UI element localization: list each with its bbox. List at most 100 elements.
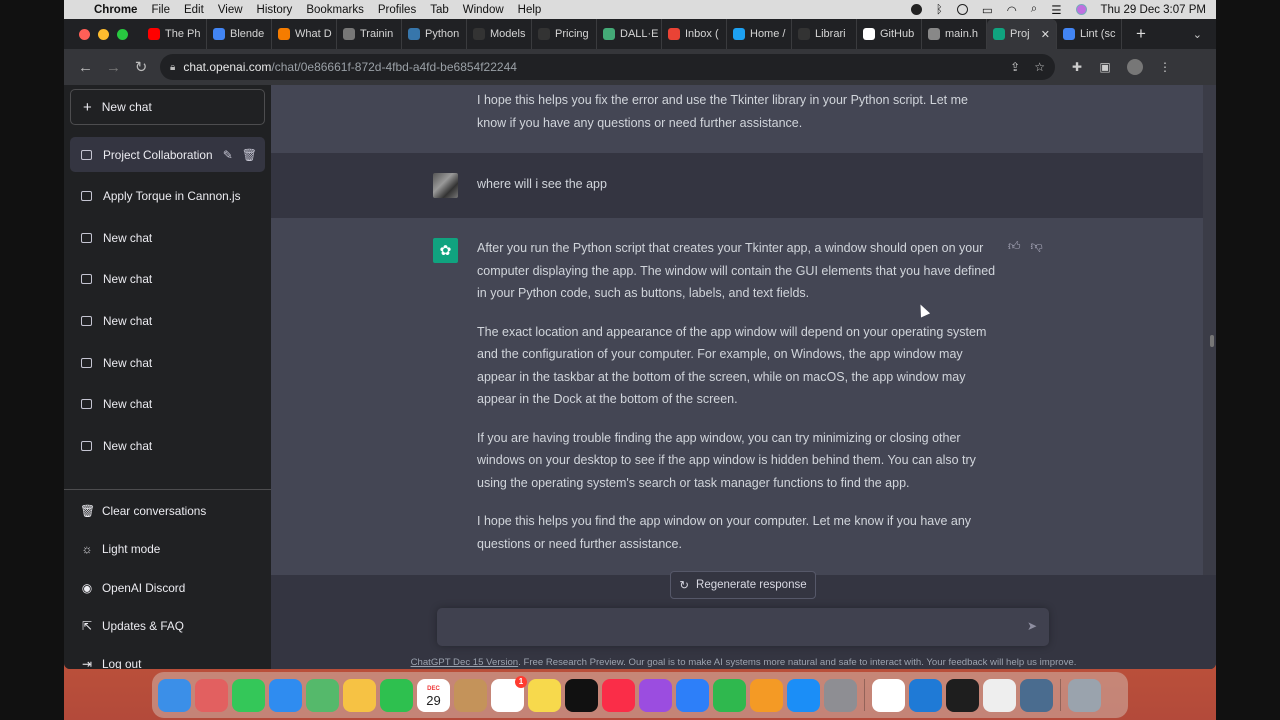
back-icon[interactable]: ← [78,59,93,76]
mail-icon[interactable] [269,678,302,712]
conversation-item[interactable]: New chat [70,303,265,338]
close-tab-icon[interactable]: ✕ [1041,28,1050,41]
menu-history[interactable]: History [257,4,293,16]
trash-icon[interactable] [1068,678,1101,712]
tab-8[interactable]: Inbox ( [662,19,727,49]
version-link[interactable]: ChatGPT Dec 15 Version [411,657,519,668]
edit-icon[interactable]: ✎ [223,148,233,162]
tab-2[interactable]: What D [272,19,337,49]
chrome-icon[interactable] [872,678,905,712]
maps-icon[interactable] [306,678,339,712]
menu-app-name[interactable]: Chrome [94,4,137,16]
pages-icon[interactable] [750,678,783,712]
minimize-window-button[interactable] [98,28,109,40]
sidebar-menu-item[interactable]: ⇱ Updates & FAQ [70,609,265,643]
wifi-icon[interactable]: ◠ [1007,3,1017,17]
menu-profiles[interactable]: Profiles [378,4,416,16]
sidebar-menu-item[interactable]: ⇥ Log out [70,647,265,669]
tab-14[interactable]: Lint (sc [1057,19,1122,49]
kebab-menu-icon[interactable]: ⋮ [1159,60,1171,74]
tab-3[interactable]: Trainin [337,19,402,49]
tab-11[interactable]: GitHub [857,19,922,49]
extensions-icon[interactable]: ✚ [1071,60,1083,74]
reload-icon[interactable]: ↻ [134,58,148,76]
thumbs-up-icon[interactable]: 👍︎ [1008,239,1021,254]
conversation-item[interactable]: New chat [70,387,265,422]
battery-icon[interactable]: ▭ [982,3,993,17]
close-window-button[interactable] [79,28,90,40]
siri-icon[interactable] [1075,4,1087,15]
lock-icon[interactable]: 🔒︎ [170,62,175,73]
calendar-icon[interactable]: DEC 29 [417,678,450,712]
conversation-item[interactable]: New chat [70,428,265,463]
menu-bookmarks[interactable]: Bookmarks [306,4,364,16]
tab-12[interactable]: main.h [922,19,987,49]
regenerate-response-button[interactable]: ↻ Regenerate response [670,571,816,599]
sidebar-menu-item[interactable]: 🗑︎ Clear conversations [70,494,265,528]
notes-icon[interactable] [528,678,561,712]
menu-window[interactable]: Window [463,4,504,16]
messages-icon[interactable] [232,678,265,712]
numbers-icon[interactable] [713,678,746,712]
tab-search-icon[interactable]: ⌄ [1193,28,1202,41]
delete-icon[interactable]: 🗑︎ [242,148,257,162]
tab-13[interactable]: Proj ✕ [987,19,1057,49]
spotlight-icon[interactable]: ⌕ [1031,3,1037,16]
tab-5[interactable]: Models [467,19,532,49]
bookmark-star-icon[interactable]: ☆ [1034,60,1045,74]
tab-4[interactable]: Python [402,19,467,49]
message-input[interactable] [437,608,1017,646]
conversation-item[interactable]: New chat [70,345,265,380]
forward-icon[interactable]: → [106,59,121,76]
terminal-icon[interactable] [946,678,979,712]
sidebar-menu-item[interactable]: ◉ OpenAI Discord [70,571,265,605]
appstore-icon[interactable] [787,678,820,712]
textedit-icon[interactable] [983,678,1016,712]
control-center-icon[interactable]: ☰ [1051,3,1061,17]
share-icon[interactable]: ⇪ [1010,60,1020,74]
sidepanel-icon[interactable]: ▣ [1099,60,1111,74]
facetime-icon[interactable] [380,678,413,712]
appletv-icon[interactable] [565,678,598,712]
conversation-item[interactable]: Project Collaboration ✎ 🗑︎ [70,137,265,172]
scrollbar-thumb[interactable] [1210,335,1214,347]
menu-view[interactable]: View [218,4,243,16]
bluetooth-icon[interactable]: ᛒ [936,4,943,16]
tab-10[interactable]: Librari [792,19,857,49]
keynote-icon[interactable] [676,678,709,712]
record-icon[interactable] [910,4,922,15]
play-icon[interactable] [956,4,968,15]
conversation-item[interactable]: Apply Torque in Cannon.js [70,179,265,214]
vscode-icon[interactable] [909,678,942,712]
zoom-window-button[interactable] [117,28,128,40]
tab-9[interactable]: Home / [727,19,792,49]
conversation-item[interactable]: New chat [70,220,265,255]
menu-file[interactable]: File [151,4,170,16]
scrollbar-track[interactable] [1203,85,1216,575]
sidebar-menu-item[interactable]: ☼ Light mode [70,532,265,566]
address-bar[interactable]: 🔒︎ chat.openai.com/chat/0e86661f-872d-4f… [160,54,1055,80]
podcasts-icon[interactable] [639,678,672,712]
tab-1[interactable]: Blende [207,19,272,49]
finder-icon[interactable] [158,678,191,712]
new-chat-button[interactable]: + New chat [70,89,265,125]
settings-icon[interactable] [824,678,857,712]
tab-7[interactable]: DALL·E [597,19,662,49]
send-icon[interactable]: ➤ [1027,619,1037,633]
music-icon[interactable] [602,678,635,712]
contacts-icon[interactable] [454,678,487,712]
conversation-item[interactable]: New chat [70,262,265,297]
menu-tab[interactable]: Tab [430,4,449,16]
tab-6[interactable]: Pricing [532,19,597,49]
launchpad-icon[interactable] [195,678,228,712]
new-tab-button[interactable]: + [1136,24,1146,44]
tab-0[interactable]: The Ph [142,19,207,49]
profile-avatar[interactable] [1127,59,1143,75]
thumbs-down-icon[interactable]: 👎︎ [1031,239,1043,254]
quicktime-icon[interactable] [1020,678,1053,712]
menubar-clock[interactable]: Thu 29 Dec 3:07 PM [1101,4,1206,16]
menu-help[interactable]: Help [518,4,542,16]
photos-icon[interactable] [343,678,376,712]
reminders-icon[interactable]: 1 [491,675,527,712]
menu-edit[interactable]: Edit [184,4,204,16]
